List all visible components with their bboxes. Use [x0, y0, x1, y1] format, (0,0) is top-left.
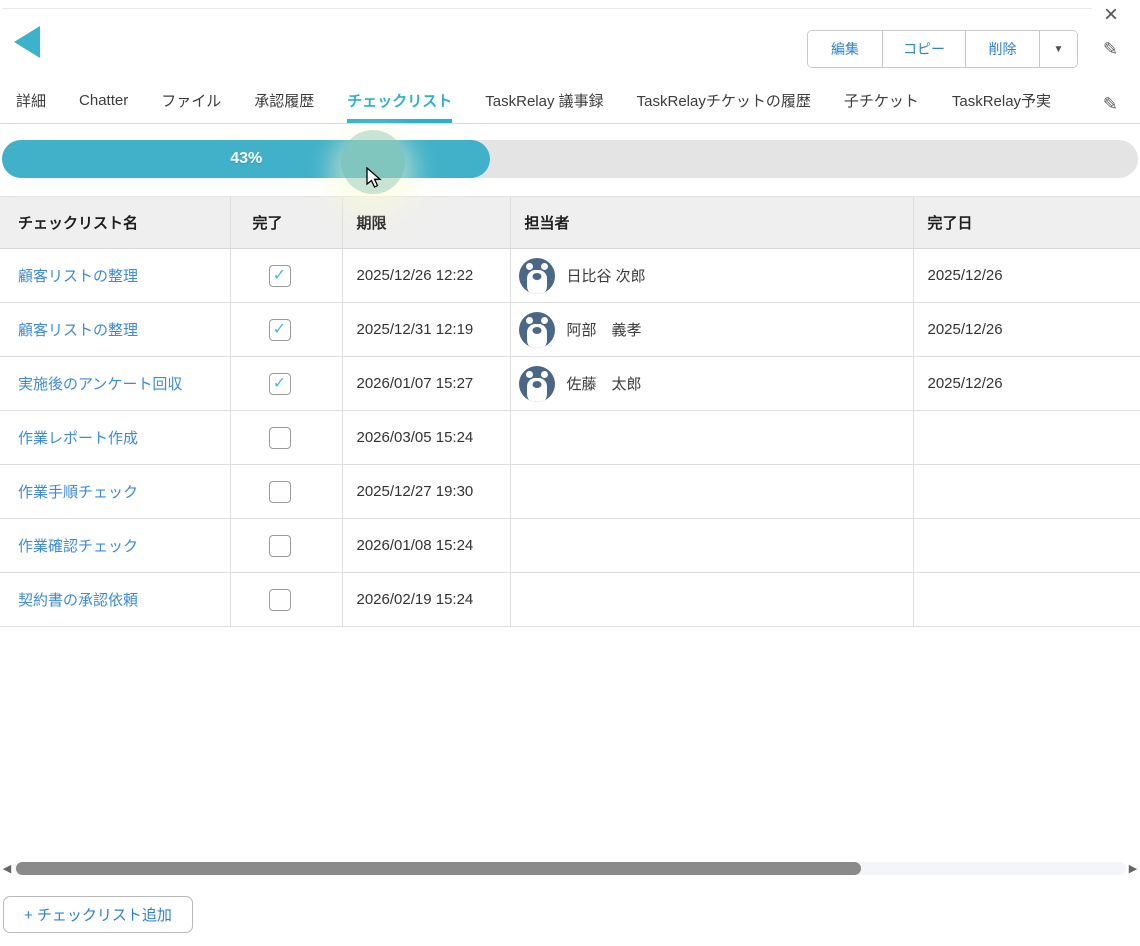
check-icon: ✓ — [273, 268, 286, 284]
tab-chatter[interactable]: Chatter — [79, 84, 128, 123]
checklist-item-link[interactable]: 顧客リストの整理 — [18, 268, 138, 285]
assignee-name: 日比谷 次郎 — [567, 265, 646, 286]
assignee-name: 阿部 義孝 — [567, 319, 642, 340]
close-icon[interactable]: × — [1096, 0, 1126, 30]
inline-edit-pencil-icon[interactable]: ✎ — [1103, 40, 1118, 58]
checklist-item-link[interactable]: 顧客リストの整理 — [18, 322, 138, 339]
due-date: 2026/01/07 15:27 — [342, 357, 510, 411]
tabs-edit-pencil-icon[interactable]: ✎ — [1103, 84, 1140, 123]
table-row: 作業手順チェック ✓ 2025/12/27 19:30 — [0, 465, 1140, 519]
completed-date: 2025/12/26 — [913, 249, 1140, 303]
table-row: 顧客リストの整理 ✓ 2025/12/26 12:22 日比谷 次郎 2025/… — [0, 249, 1140, 303]
due-date: 2025/12/26 12:22 — [342, 249, 510, 303]
tab-files[interactable]: ファイル — [161, 84, 221, 123]
edit-button[interactable]: 編集 — [808, 31, 882, 67]
back-icon[interactable] — [14, 26, 40, 58]
column-header-completed-date: 完了日 — [913, 197, 1140, 249]
progress-fill: 43% — [2, 140, 490, 178]
panel-top-border — [2, 8, 1092, 9]
checklist-item-link[interactable]: 契約書の承認依頼 — [18, 592, 138, 609]
assignee-avatar — [519, 366, 555, 402]
checklist-item-link[interactable]: 作業確認チェック — [18, 538, 138, 555]
column-header-assignee: 担当者 — [510, 197, 913, 249]
done-checkbox[interactable]: ✓ — [269, 589, 291, 611]
due-date: 2025/12/27 19:30 — [342, 465, 510, 519]
done-checkbox[interactable]: ✓ — [269, 373, 291, 395]
done-checkbox[interactable]: ✓ — [269, 265, 291, 287]
checklist-item-link[interactable]: 実施後のアンケート回収 — [18, 376, 182, 393]
assignee-name: 佐藤 太郎 — [567, 373, 642, 394]
completed-date: 2025/12/26 — [913, 357, 1140, 411]
check-icon: ✓ — [273, 322, 286, 338]
record-action-group: 編集 コピー 削除 ▼ — [807, 30, 1078, 68]
done-checkbox[interactable]: ✓ — [269, 535, 291, 557]
scroll-right-icon[interactable]: ▶ — [1126, 862, 1140, 875]
column-header-due: 期限 — [342, 197, 510, 249]
completed-date — [913, 411, 1140, 465]
due-date: 2025/12/31 12:19 — [342, 303, 510, 357]
tab-checklist[interactable]: チェックリスト — [347, 84, 452, 123]
checklist-table: チェックリスト名 完了 期限 担当者 完了日 顧客リストの整理 ✓ 2025/1… — [0, 196, 1140, 627]
completed-date: 2025/12/26 — [913, 303, 1140, 357]
table-header-row: チェックリスト名 完了 期限 担当者 完了日 — [0, 197, 1140, 249]
done-checkbox[interactable]: ✓ — [269, 427, 291, 449]
delete-button[interactable]: 削除 — [965, 31, 1039, 67]
assignee-avatar — [519, 312, 555, 348]
scrollbar-thumb[interactable] — [16, 862, 861, 875]
tab-approval-history[interactable]: 承認履歴 — [254, 84, 314, 123]
checklist-item-link[interactable]: 作業レポート作成 — [18, 430, 138, 447]
completed-date — [913, 519, 1140, 573]
tab-taskrelay-planned-actual[interactable]: TaskRelay予実 — [952, 84, 1051, 123]
done-checkbox[interactable]: ✓ — [269, 319, 291, 341]
done-checkbox[interactable]: ✓ — [269, 481, 291, 503]
checklist-item-link[interactable]: 作業手順チェック — [18, 484, 138, 501]
assignee-avatar — [519, 258, 555, 294]
completed-date — [913, 465, 1140, 519]
tab-bar: 詳細 Chatter ファイル 承認履歴 チェックリスト TaskRelay 議… — [0, 84, 1140, 124]
table-row: 作業レポート作成 ✓ 2026/03/05 15:24 — [0, 411, 1140, 465]
column-header-checklist-name: チェックリスト名 — [0, 197, 230, 249]
checklist-progress-bar: 43% — [2, 140, 1138, 178]
table-row: 顧客リストの整理 ✓ 2025/12/31 12:19 阿部 義孝 2025/1… — [0, 303, 1140, 357]
check-icon: ✓ — [273, 376, 286, 392]
horizontal-scrollbar: ◀ ▶ — [0, 860, 1140, 876]
tab-child-tickets[interactable]: 子チケット — [844, 84, 919, 123]
add-checklist-button[interactable]: + チェックリスト追加 — [3, 896, 193, 933]
table-row: 作業確認チェック ✓ 2026/01/08 15:24 — [0, 519, 1140, 573]
tab-details[interactable]: 詳細 — [16, 84, 46, 123]
tab-taskrelay-ticket-history[interactable]: TaskRelayチケットの履歴 — [637, 84, 811, 123]
copy-button[interactable]: コピー — [882, 31, 965, 67]
due-date: 2026/03/05 15:24 — [342, 411, 510, 465]
more-actions-caret-icon[interactable]: ▼ — [1039, 31, 1077, 67]
scroll-left-icon[interactable]: ◀ — [0, 862, 14, 875]
table-row: 契約書の承認依頼 ✓ 2026/02/19 15:24 — [0, 573, 1140, 627]
progress-percent-label: 43% — [230, 150, 262, 168]
due-date: 2026/02/19 15:24 — [342, 573, 510, 627]
tab-taskrelay-minutes[interactable]: TaskRelay 議事録 — [485, 84, 603, 123]
record-detail-panel: × 編集 コピー 削除 ▼ ✎ 詳細 Chatter ファイル 承認履歴 チェッ… — [0, 0, 1140, 946]
table-row: 実施後のアンケート回収 ✓ 2026/01/07 15:27 佐藤 太郎 202… — [0, 357, 1140, 411]
column-header-done: 完了 — [230, 197, 342, 249]
due-date: 2026/01/08 15:24 — [342, 519, 510, 573]
scrollbar-track[interactable] — [14, 862, 1126, 875]
completed-date — [913, 573, 1140, 627]
